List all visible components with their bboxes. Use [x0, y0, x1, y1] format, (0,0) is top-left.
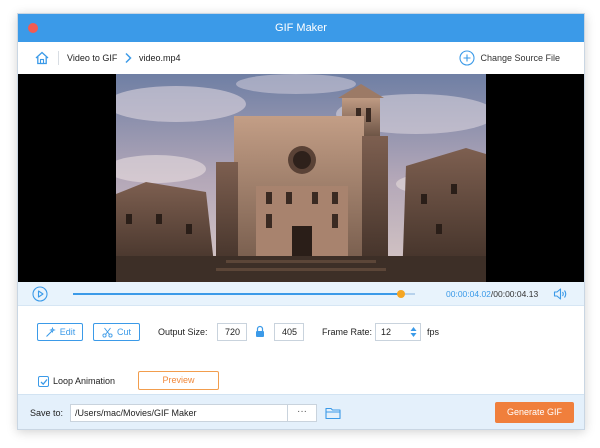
total-time: /00:00:04.13	[490, 289, 539, 299]
output-size-label: Output Size:	[158, 327, 208, 337]
save-path-input[interactable]: /Users/mac/Movies/GIF Maker	[70, 404, 288, 422]
video-frame-image	[116, 74, 486, 282]
video-preview	[18, 74, 584, 282]
output-width-input[interactable]: 720	[217, 323, 247, 341]
current-time: 00:00:04.02	[446, 289, 491, 299]
nav-divider	[58, 51, 59, 65]
edit-label: Edit	[59, 327, 76, 337]
frame-rate-stepper[interactable]: 12	[375, 323, 421, 341]
breadcrumb-file: video.mp4	[139, 53, 181, 63]
stepper-arrows-icon[interactable]	[410, 326, 417, 338]
generate-gif-button[interactable]: Generate GIF	[495, 402, 574, 423]
window-title: GIF Maker	[275, 22, 327, 34]
open-folder-icon[interactable]	[325, 406, 341, 420]
browse-button[interactable]: ···	[287, 404, 317, 422]
fps-label: fps	[427, 327, 440, 337]
save-footer: Save to: /Users/mac/Movies/GIF Maker ···…	[18, 394, 584, 429]
magic-wand-icon	[45, 326, 56, 337]
title-bar: GIF Maker	[18, 14, 584, 42]
change-source-file-button[interactable]: Change Source File	[459, 42, 560, 74]
frame-rate-label: Frame Rate:	[322, 327, 373, 337]
gif-settings-panel: Edit Cut Output Size: 720 405 Frame Rate…	[18, 306, 584, 394]
output-height-input[interactable]: 405	[274, 323, 304, 341]
plus-circle-icon	[459, 50, 476, 66]
seek-track[interactable]	[73, 290, 415, 298]
cut-button[interactable]: Cut	[93, 323, 140, 341]
chevron-right-icon	[125, 52, 132, 64]
seek-handle[interactable]	[397, 290, 406, 298]
playback-bar: 00:00:04.02/00:00:04.13	[18, 282, 584, 306]
scissors-icon	[102, 327, 113, 338]
loop-animation-label[interactable]: Loop Animation	[53, 374, 115, 389]
lock-icon[interactable]	[255, 325, 265, 338]
time-readout: 00:00:04.02/00:00:04.13	[446, 282, 538, 306]
home-icon[interactable]	[34, 50, 50, 66]
checkmark-icon	[40, 379, 48, 386]
seek-progress	[73, 293, 402, 295]
gif-maker-window: GIF Maker Video to GIF video.mp4 Change …	[17, 13, 585, 430]
breadcrumb-video-to-gif[interactable]: Video to GIF	[67, 42, 117, 74]
frame-rate-value: 12	[381, 327, 392, 337]
nav-bar: Video to GIF video.mp4 Change Source Fil…	[18, 42, 584, 74]
edit-button[interactable]: Edit	[37, 323, 83, 341]
change-source-label: Change Source File	[480, 53, 560, 63]
save-to-label: Save to:	[30, 408, 64, 418]
volume-icon[interactable]	[553, 287, 568, 301]
loop-animation-checkbox[interactable]	[38, 376, 49, 387]
cut-label: Cut	[116, 327, 131, 337]
play-icon[interactable]	[32, 286, 48, 302]
preview-button[interactable]: Preview	[138, 371, 219, 390]
